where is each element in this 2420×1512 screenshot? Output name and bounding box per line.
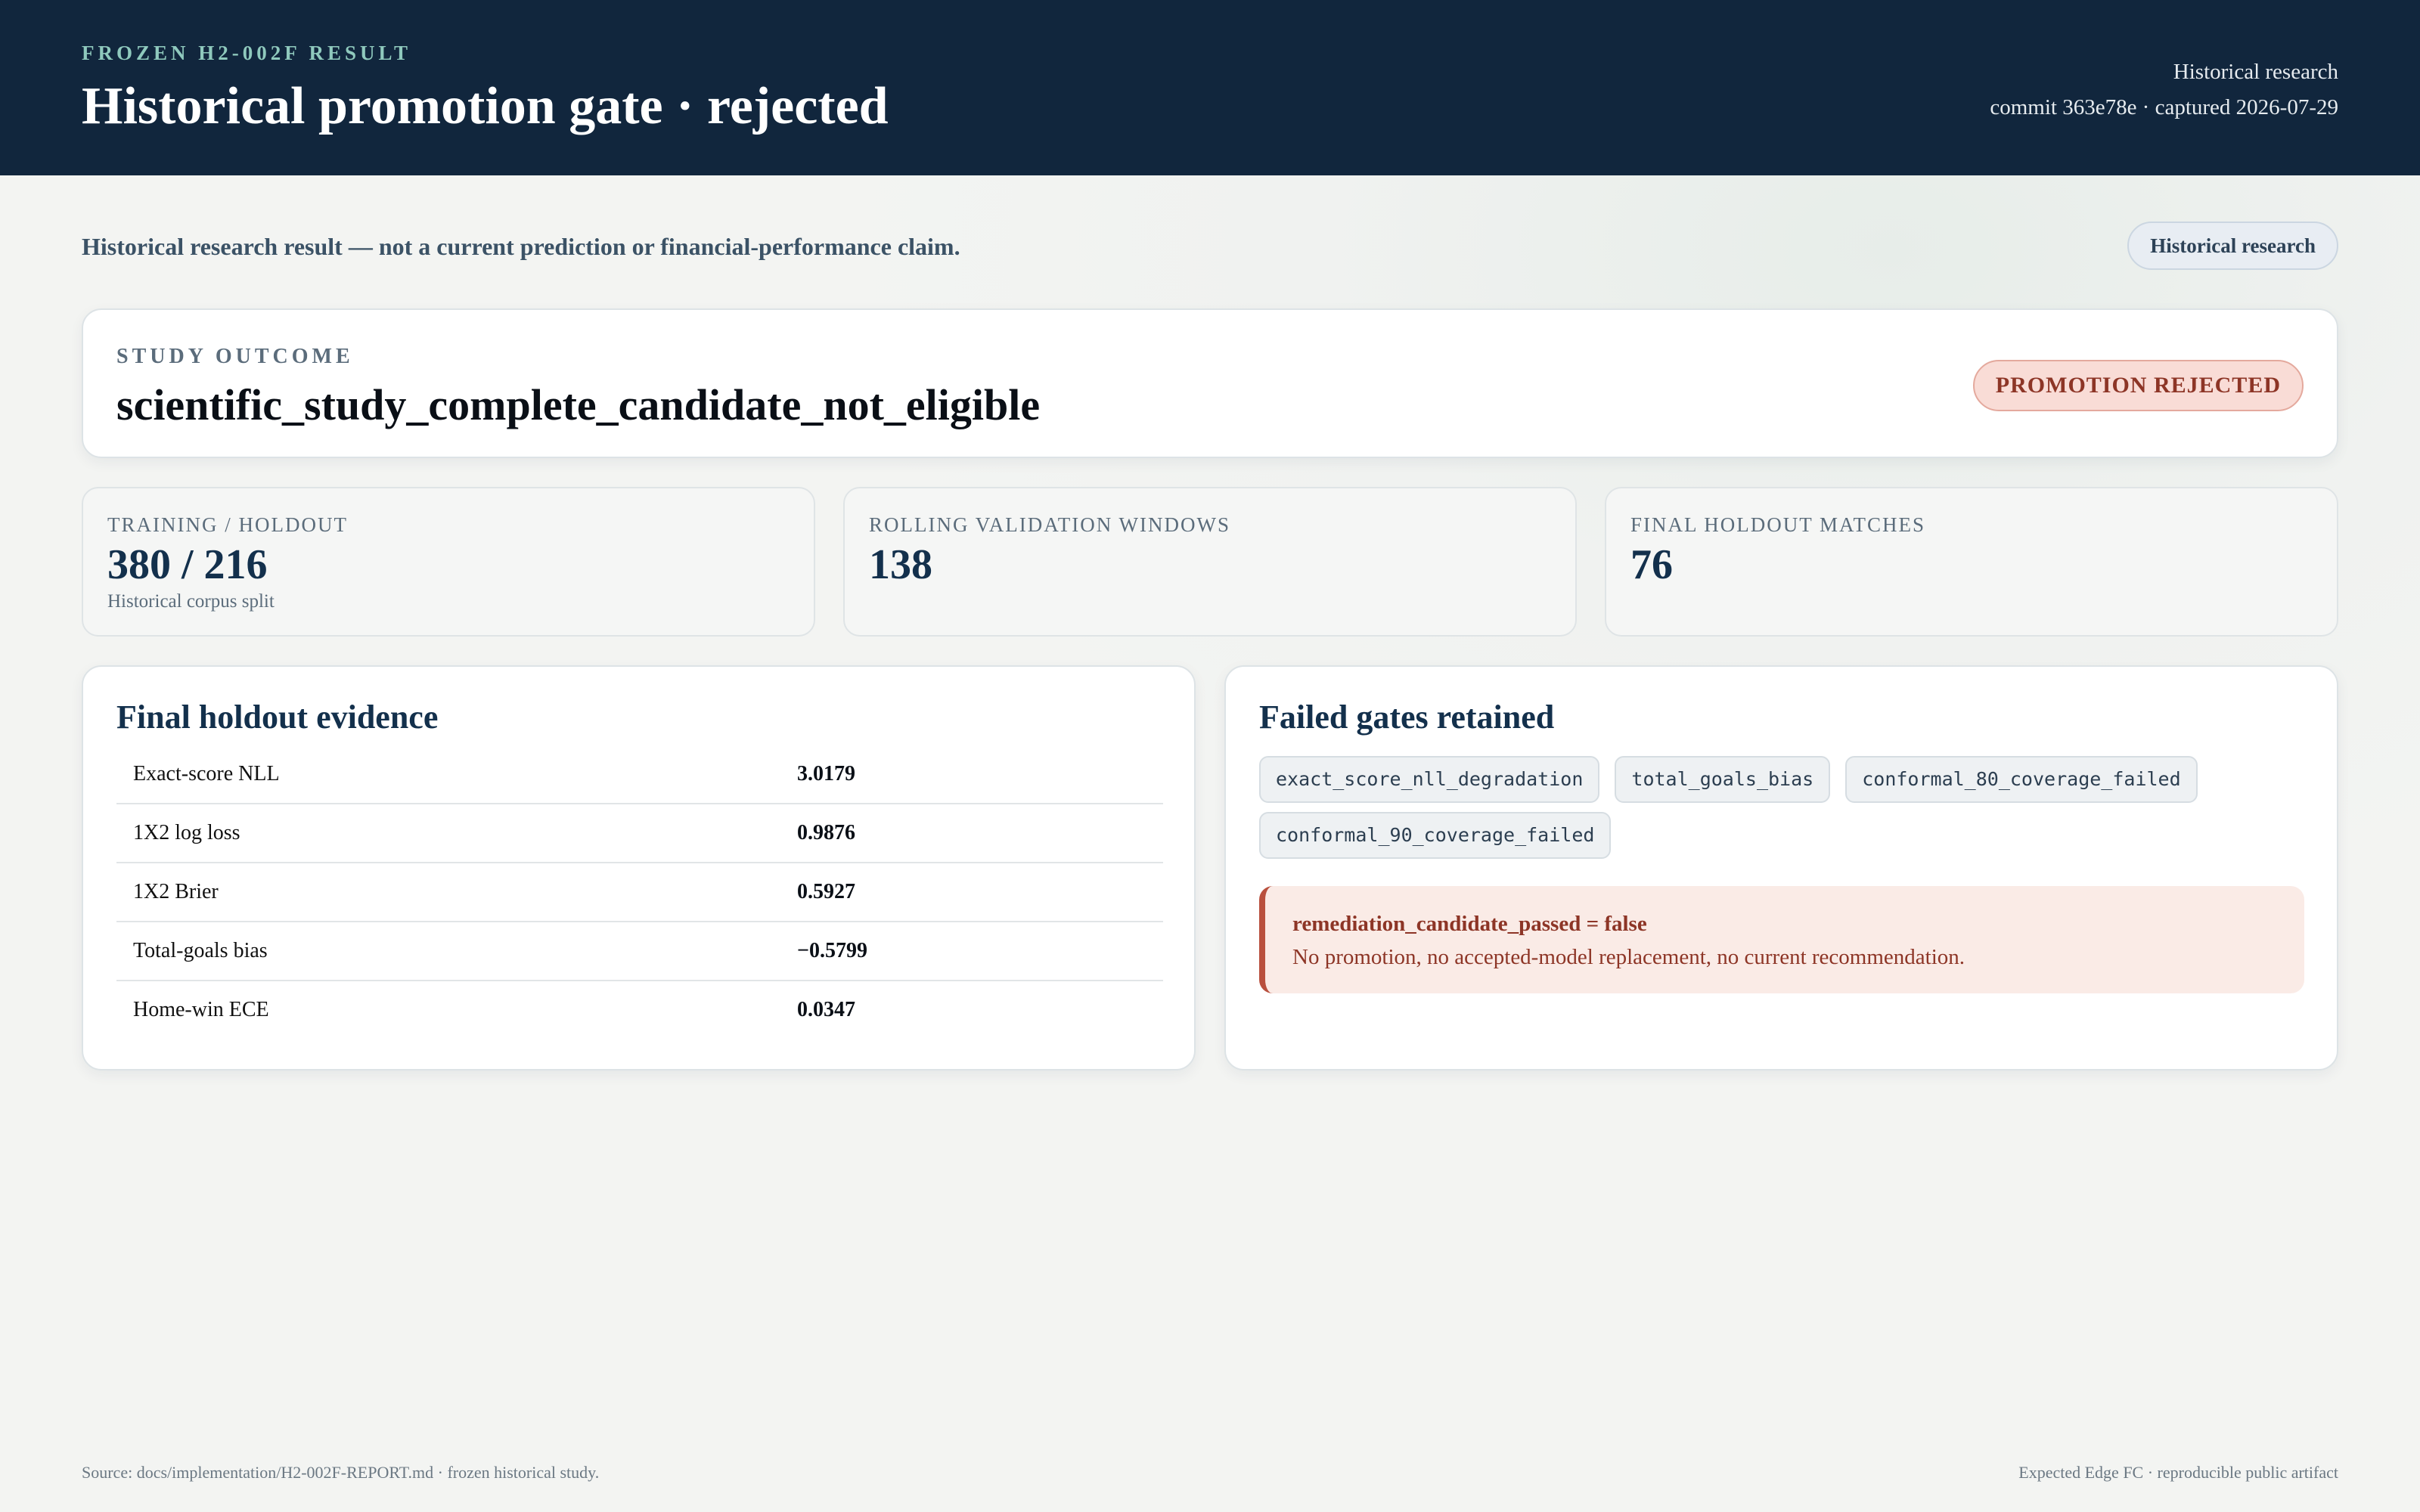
- evidence-table: Exact-score NLL 3.0179 1X2 log loss 0.98…: [116, 745, 1163, 1040]
- footer-credit: Expected Edge FC · reproducible public a…: [2018, 1463, 2338, 1482]
- remediation-title: remediation_candidate_passed = false: [1292, 912, 1647, 936]
- stat-label: FINAL HOLDOUT MATCHES: [1630, 513, 1926, 536]
- historical-research-pill: Historical research: [2127, 222, 2338, 270]
- table-row: 1X2 log loss 0.9876: [116, 804, 1163, 863]
- study-outcome-card: STUDY OUTCOME scientific_study_complete_…: [82, 308, 2338, 458]
- table-row: Exact-score NLL 3.0179: [116, 745, 1163, 804]
- failed-gates-card: Failed gates retained exact_score_nll_de…: [1224, 665, 2338, 1070]
- remediation-text: No promotion, no accepted-model replacem…: [1292, 945, 1965, 969]
- table-row: Home-win ECE 0.0347: [116, 981, 1163, 1040]
- header-meta-context: Historical research: [2173, 60, 2338, 84]
- section-title: Failed gates retained: [1259, 699, 1555, 736]
- metric-value: 0.9876: [797, 821, 855, 844]
- stat-value: 138: [869, 541, 932, 588]
- footer-source: Source: docs/implementation/H2-002F-REPO…: [82, 1463, 600, 1482]
- remediation-alert: remediation_candidate_passed = false No …: [1259, 886, 2304, 993]
- gate-chip: conformal_90_coverage_failed: [1259, 812, 1612, 859]
- metric-value: −0.5799: [797, 939, 867, 962]
- disclaimer-text: Historical research result — not a curre…: [82, 233, 960, 260]
- page-header: FROZEN H2-002F RESULT Historical promoti…: [0, 0, 2420, 175]
- metric-name: Home-win ECE: [133, 998, 269, 1021]
- stat-label: ROLLING VALIDATION WINDOWS: [869, 513, 1230, 536]
- metric-value: 3.0179: [797, 762, 855, 785]
- header-meta-commit: commit 363e78e · captured 2026-07-29: [1990, 95, 2338, 119]
- stat-card-rolling-validation: ROLLING VALIDATION WINDOWS 138: [843, 487, 1577, 637]
- study-outcome-label: STUDY OUTCOME: [116, 345, 354, 368]
- stat-card-training-holdout: TRAINING / HOLDOUT 380 / 216 Historical …: [82, 487, 815, 637]
- metric-name: Total-goals bias: [133, 939, 268, 962]
- failed-gate-chips: exact_score_nll_degradation total_goals_…: [1259, 756, 2310, 859]
- metric-name: 1X2 log loss: [133, 821, 240, 844]
- stat-card-final-holdout-matches: FINAL HOLDOUT MATCHES 76: [1605, 487, 2338, 637]
- gate-chip: conformal_80_coverage_failed: [1845, 756, 2198, 803]
- table-row: 1X2 Brier 0.5927: [116, 863, 1163, 922]
- study-outcome-value: scientific_study_complete_candidate_not_…: [116, 380, 1041, 429]
- promotion-rejected-badge: PROMOTION REJECTED: [1972, 360, 2304, 411]
- stat-label: TRAINING / HOLDOUT: [107, 513, 348, 536]
- header-meta: Historical research commit 363e78e · cap…: [1990, 54, 2338, 125]
- stat-value: 76: [1630, 541, 1673, 588]
- metric-value: 0.0347: [797, 998, 855, 1021]
- header-eyebrow: FROZEN H2-002F RESULT: [82, 42, 412, 64]
- metric-name: 1X2 Brier: [133, 880, 219, 903]
- gate-chip: exact_score_nll_degradation: [1259, 756, 1600, 803]
- gate-chip: total_goals_bias: [1615, 756, 1831, 803]
- metric-name: Exact-score NLL: [133, 762, 280, 785]
- metric-value: 0.5927: [797, 880, 855, 903]
- section-title: Final holdout evidence: [116, 699, 439, 736]
- table-row: Total-goals bias −0.5799: [116, 922, 1163, 981]
- page-title: Historical promotion gate · rejected: [82, 77, 889, 135]
- stat-value: 380 / 216: [107, 541, 268, 588]
- stat-note: Historical corpus split: [107, 591, 275, 612]
- final-holdout-evidence-card: Final holdout evidence Exact-score NLL 3…: [82, 665, 1196, 1070]
